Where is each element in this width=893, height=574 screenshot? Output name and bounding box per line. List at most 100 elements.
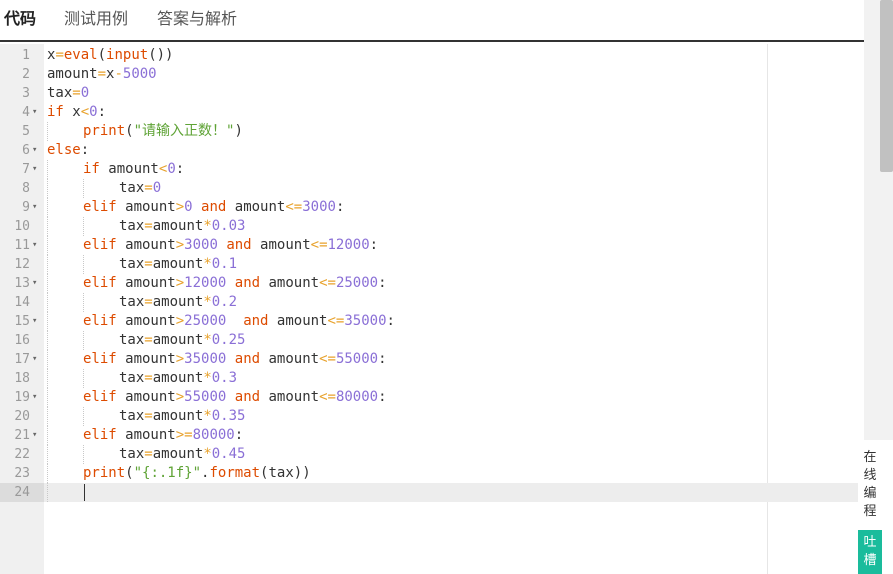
- line-number: 5: [22, 124, 30, 139]
- indent-guide: [47, 483, 48, 502]
- code-line[interactable]: 2 amount=x-5000: [0, 65, 864, 84]
- online-programming-button[interactable]: 在 线 编 程: [858, 443, 882, 527]
- code-token: elif: [83, 237, 117, 253]
- fold-arrow-icon[interactable]: ▾: [32, 236, 37, 255]
- code-token: amount: [152, 294, 204, 310]
- code-token: amount: [116, 237, 176, 253]
- code-token: <: [80, 104, 90, 120]
- line-number: 1: [22, 48, 30, 63]
- indent-guide: [47, 198, 48, 217]
- code-token: =: [144, 294, 153, 310]
- code-token: -: [114, 66, 123, 82]
- scrollbar-thumb[interactable]: [880, 0, 893, 172]
- code-token: =: [55, 47, 64, 63]
- code-line[interactable]: 4 ▾ if x<0:: [0, 103, 864, 122]
- code-token: elif: [83, 389, 117, 405]
- line-number: 11: [14, 238, 30, 253]
- tab-answer-analysis[interactable]: 答案与解析: [157, 5, 237, 29]
- code-token: <=: [319, 389, 336, 405]
- feedback-button[interactable]: 吐 槽: [858, 530, 882, 574]
- code-token: elif: [83, 313, 117, 329]
- code-token: amount: [152, 446, 204, 462]
- code-text: tax=amount*0.45: [119, 445, 245, 464]
- code-token: tax: [119, 256, 145, 272]
- code-text: tax=amount*0.1: [119, 255, 237, 274]
- code-text: tax=amount*0.2: [119, 293, 237, 312]
- code-line[interactable]: 7 ▾ if amount<0:: [0, 160, 864, 179]
- code-token: 12000: [184, 275, 227, 291]
- code-token: =: [72, 85, 81, 101]
- tab-code[interactable]: 代码: [4, 5, 36, 29]
- code-line[interactable]: 11 ▾ elif amount>3000 and amount<=12000:: [0, 236, 864, 255]
- code-token: 0.3: [211, 370, 238, 386]
- code-token: =: [144, 370, 153, 386]
- code-line[interactable]: 17 ▾ elif amount>35000 and amount<=55000:: [0, 350, 864, 369]
- code-line[interactable]: 10 tax=amount*0.03: [0, 217, 864, 236]
- fold-arrow-icon[interactable]: ▾: [32, 198, 37, 217]
- fold-arrow-icon[interactable]: ▾: [32, 141, 37, 160]
- code-line[interactable]: 3 tax=0: [0, 84, 864, 103]
- code-line[interactable]: 14 tax=amount*0.2: [0, 293, 864, 312]
- code-line[interactable]: 15 ▾ elif amount>25000 and amount<=35000:: [0, 312, 864, 331]
- indent-guide: [47, 160, 48, 179]
- code-line[interactable]: 21 ▾ elif amount>=80000:: [0, 426, 864, 445]
- indent-guide: [83, 369, 84, 388]
- code-token: *: [203, 218, 212, 234]
- code-token: 35000: [184, 351, 227, 367]
- code-token: elif: [83, 427, 117, 443]
- line-number: 3: [22, 86, 30, 101]
- code-token: if: [83, 161, 100, 177]
- line-number: 12: [14, 257, 30, 272]
- code-line[interactable]: 23 print("{:.1f}".format(tax)): [0, 464, 864, 483]
- fold-arrow-icon[interactable]: ▾: [32, 103, 37, 122]
- indent-guide: [83, 293, 84, 312]
- code-line[interactable]: 5 print("请输入正数！"): [0, 122, 864, 141]
- code-line[interactable]: 20 tax=amount*0.35: [0, 407, 864, 426]
- line-number: 9: [22, 200, 30, 215]
- code-token: elif: [83, 351, 117, 367]
- fold-arrow-icon[interactable]: ▾: [32, 160, 37, 179]
- code-line[interactable]: 22 tax=amount*0.45: [0, 445, 864, 464]
- code-token: >: [175, 351, 185, 367]
- feedback-label-char: 槽: [863, 553, 877, 568]
- code-text: tax=amount*0.03: [119, 217, 245, 236]
- online-label-char: 线: [863, 468, 877, 483]
- fold-arrow-icon[interactable]: ▾: [32, 312, 37, 331]
- code-text: elif amount>12000 and amount<=25000:: [83, 274, 387, 293]
- code-token: 0.25: [211, 332, 246, 348]
- code-line[interactable]: 16 tax=amount*0.25: [0, 331, 864, 350]
- code-line[interactable]: 24: [0, 483, 864, 502]
- line-number: 10: [14, 219, 30, 234]
- code-token: :: [335, 199, 345, 215]
- fold-arrow-icon[interactable]: ▾: [32, 350, 37, 369]
- line-number: 8: [22, 181, 30, 196]
- code-token: *: [203, 294, 212, 310]
- code-line[interactable]: 12 tax=amount*0.1: [0, 255, 864, 274]
- code-editor[interactable]: 1 x=eval(input()) 2 amount=x-5000 3 tax=0 4 ▾ if…: [0, 44, 864, 574]
- fold-arrow-icon[interactable]: ▾: [32, 274, 37, 293]
- code-token: 80000: [335, 389, 379, 405]
- code-token: ()): [148, 47, 174, 63]
- code-line[interactable]: 9 ▾ elif amount>0 and amount<=3000:: [0, 198, 864, 217]
- code-line[interactable]: 1 x=eval(input()): [0, 46, 864, 65]
- code-text: tax=0: [47, 84, 89, 103]
- code-token: amount: [116, 275, 176, 291]
- code-token: :: [80, 142, 90, 158]
- code-token: amount: [116, 199, 176, 215]
- code-text: x=eval(input()): [47, 46, 173, 65]
- code-line[interactable]: 6 ▾ else:: [0, 141, 864, 160]
- code-line[interactable]: 18 tax=amount*0.3: [0, 369, 864, 388]
- code-token: "请输入正数！": [133, 123, 235, 139]
- code-token: amount: [260, 389, 320, 405]
- code-token: (tax)): [260, 465, 311, 481]
- fold-arrow-icon[interactable]: ▾: [32, 388, 37, 407]
- code-line[interactable]: 8 tax=0: [0, 179, 864, 198]
- code-text: elif amount>3000 and amount<=12000:: [83, 236, 378, 255]
- tab-test-cases[interactable]: 测试用例: [64, 5, 128, 29]
- code-line[interactable]: 19 ▾ elif amount>55000 and amount<=80000:: [0, 388, 864, 407]
- fold-arrow-icon[interactable]: ▾: [32, 426, 37, 445]
- indent-guide: [47, 426, 48, 445]
- code-token: 55000: [184, 389, 227, 405]
- code-line[interactable]: 13 ▾ elif amount>12000 and amount<=25000:: [0, 274, 864, 293]
